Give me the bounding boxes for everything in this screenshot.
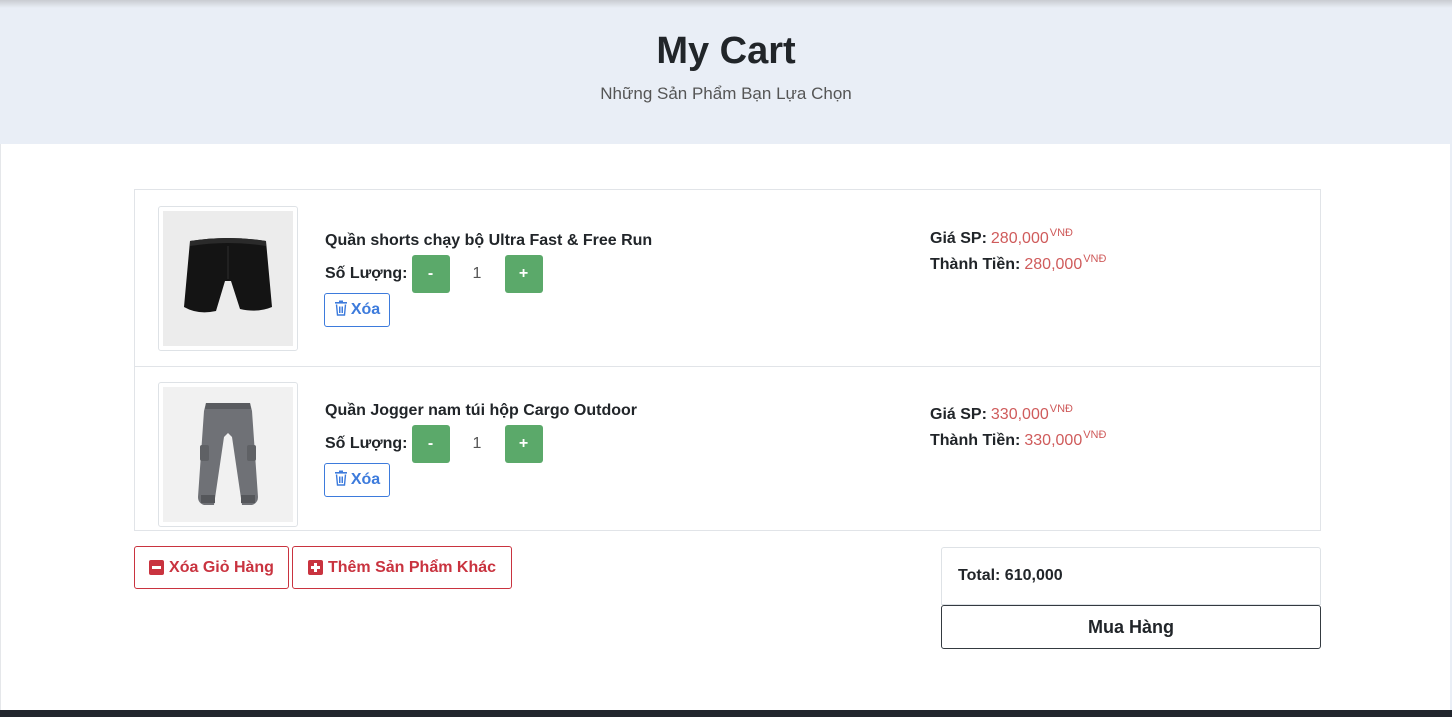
page-header: My Cart Những Sản Phẩm Bạn Lựa Chọn <box>0 0 1452 144</box>
delete-item-button[interactable]: Xóa <box>324 293 390 327</box>
cart-item: Quần Jogger nam túi hộp Cargo Outdoor Số… <box>135 367 1320 530</box>
footer-bar <box>0 710 1452 717</box>
quantity-stepper: Số Lượng: - 1 + <box>325 255 543 293</box>
product-thumbnail[interactable] <box>158 206 298 351</box>
subtotal-label: Thành Tiền: <box>930 256 1021 273</box>
decrease-quantity-button[interactable]: - <box>411 255 450 293</box>
product-thumbnail[interactable] <box>158 382 298 527</box>
plus-square-icon <box>307 560 323 575</box>
line-subtotal: 330,000 <box>1024 432 1083 449</box>
page-subtitle: Những Sản Phẩm Bạn Lựa Chọn <box>600 84 852 103</box>
clear-cart-button[interactable]: Xóa Giỏ Hàng <box>134 546 289 589</box>
top-shadow <box>0 0 1452 8</box>
add-more-products-button[interactable]: Thêm Sản Phẩm Khác <box>292 546 512 589</box>
decrease-quantity-button[interactable]: - <box>411 425 450 463</box>
line-subtotal: 280,000 <box>1024 256 1083 273</box>
price-label: Giá SP: <box>930 406 987 423</box>
left-divider <box>0 144 1 710</box>
product-name[interactable]: Quần shorts chạy bộ Ultra Fast & Free Ru… <box>325 232 652 250</box>
price-block: Giá SP: 330,000 VNĐ Thành Tiền: 330,000 … <box>930 403 1107 458</box>
delete-item-button[interactable]: Xóa <box>324 463 390 497</box>
unit-price: 280,000 <box>990 230 1049 247</box>
cart-item-list: Quần shorts chạy bộ Ultra Fast & Free Ru… <box>134 189 1321 531</box>
price-label: Giá SP: <box>930 230 987 247</box>
currency-label: VNĐ <box>1083 253 1107 265</box>
minus-square-icon <box>149 560 165 575</box>
currency-label: VNĐ <box>1083 429 1107 441</box>
trash-icon <box>334 470 348 491</box>
cart-item: Quần shorts chạy bộ Ultra Fast & Free Ru… <box>135 190 1320 367</box>
subtotal-label: Thành Tiền: <box>930 432 1021 449</box>
order-total: Total: 610,000 <box>941 547 1321 605</box>
trash-icon <box>334 300 348 321</box>
quantity-stepper: Số Lượng: - 1 + <box>325 425 543 463</box>
page-title: My Cart <box>656 30 796 72</box>
unit-price: 330,000 <box>990 406 1049 423</box>
checkout-button[interactable]: Mua Hàng <box>941 605 1321 649</box>
black-shorts-image <box>163 211 293 346</box>
increase-quantity-button[interactable]: + <box>504 425 543 463</box>
delete-label: Xóa <box>350 471 381 488</box>
add-more-label: Thêm Sản Phẩm Khác <box>327 558 497 576</box>
price-block: Giá SP: 280,000 VNĐ Thành Tiền: 280,000 … <box>930 227 1107 282</box>
currency-label: VNĐ <box>1049 227 1073 239</box>
quantity-value: 1 <box>472 265 482 282</box>
clear-cart-label: Xóa Giỏ Hàng <box>169 558 274 576</box>
increase-quantity-button[interactable]: + <box>504 255 543 293</box>
product-name[interactable]: Quần Jogger nam túi hộp Cargo Outdoor <box>325 402 637 420</box>
currency-label: VNĐ <box>1049 403 1073 415</box>
gray-jogger-pants-image <box>163 387 293 522</box>
quantity-label: Số Lượng: <box>325 435 408 452</box>
quantity-label: Số Lượng: <box>325 265 408 282</box>
quantity-value: 1 <box>472 435 482 452</box>
delete-label: Xóa <box>350 301 381 318</box>
